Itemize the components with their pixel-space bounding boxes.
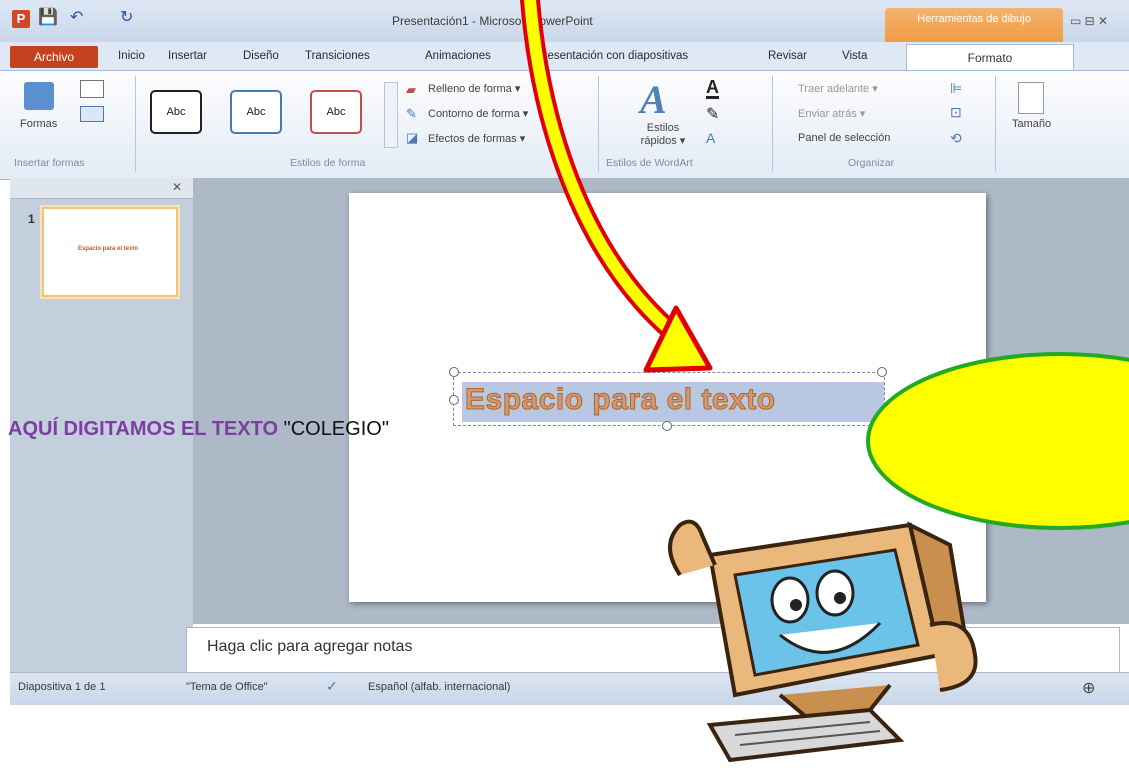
fill-icon: ▰: [406, 82, 416, 97]
undo-icon[interactable]: ↶: [70, 10, 83, 26]
drawing-tools-context-tab: Herramientas de dibujo: [885, 8, 1063, 44]
shapes-button[interactable]: Formas: [20, 118, 57, 130]
align-icon[interactable]: ⊫: [950, 80, 962, 97]
spellcheck-icon[interactable]: ✓: [326, 678, 338, 695]
theme-status: "Tema de Office": [186, 681, 268, 693]
slide-thumb-number: 1: [28, 212, 35, 226]
window-controls[interactable]: ▭ ⊟ ✕: [1070, 14, 1108, 28]
effects-icon: ◪: [406, 130, 419, 145]
tab-formato[interactable]: Formato: [906, 44, 1074, 71]
tab-diseno[interactable]: Diseño: [243, 50, 279, 62]
cartoon-computer-illustration: [668, 519, 978, 763]
notes-placeholder[interactable]: Haga clic para agregar notas: [207, 638, 412, 656]
size-button[interactable]: Tamaño: [1012, 118, 1051, 130]
annotation-label-part1: AQUÍ DIGITAMOS EL TEXTO: [8, 418, 279, 440]
outline-icon: ✎: [406, 106, 417, 121]
shape-styles-scroll[interactable]: [384, 82, 398, 148]
group-separator: [135, 76, 136, 172]
slides-pane-tabs[interactable]: [10, 178, 193, 199]
tab-animaciones[interactable]: Animaciones: [425, 50, 491, 62]
group-label-insert-shapes: Insertar formas: [14, 157, 85, 169]
tab-transiciones[interactable]: Transiciones: [305, 50, 370, 62]
group-label-shape-styles: Estilos de forma: [290, 157, 366, 169]
tab-revisar[interactable]: Revisar: [768, 50, 807, 62]
save-icon[interactable]: 💾: [38, 10, 58, 26]
group-separator: [772, 76, 773, 172]
powerpoint-app-icon[interactable]: P: [12, 10, 30, 28]
tab-inicio[interactable]: Inicio: [118, 50, 145, 62]
language-status[interactable]: Español (alfab. internacional): [368, 681, 510, 693]
tab-archivo[interactable]: Archivo: [10, 46, 98, 68]
send-backward-button[interactable]: Enviar atrás ▾: [798, 107, 865, 120]
shape-style-thumb[interactable]: Abc: [150, 90, 202, 134]
shape-style-thumb[interactable]: Abc: [310, 90, 362, 134]
shapes-icon: [24, 82, 54, 110]
textbox-icon[interactable]: [80, 106, 104, 122]
size-icon: [1018, 82, 1044, 114]
resize-handle[interactable]: [449, 395, 459, 405]
group-icon[interactable]: ⊡: [950, 104, 962, 121]
zoom-in-button[interactable]: ⊕: [1082, 678, 1095, 698]
group-label-arrange: Organizar: [848, 157, 895, 169]
close-pane-icon[interactable]: ✕: [172, 180, 182, 194]
resize-handle[interactable]: [449, 367, 459, 377]
annotation-label: AQUÍ DIGITAMOS EL TEXTO "COLEGIO": [8, 418, 389, 441]
selection-pane-button[interactable]: Panel de selección: [798, 132, 890, 144]
curved-arrow-annotation: [520, 0, 713, 373]
shape-style-thumb[interactable]: Abc: [230, 90, 282, 134]
slide-thumbnail[interactable]: [42, 207, 178, 297]
edit-shape-icon[interactable]: [80, 80, 104, 98]
resize-handle[interactable]: [662, 421, 672, 431]
rotate-icon[interactable]: ⟲: [950, 130, 962, 147]
group-separator: [995, 76, 996, 172]
redo-icon[interactable]: ↻: [120, 10, 133, 26]
tab-vista[interactable]: Vista: [842, 50, 867, 62]
annotation-label-part2: "COLEGIO": [278, 418, 389, 440]
slide-count-status: Diapositiva 1 de 1: [18, 681, 106, 693]
slide-thumbnail-text: Espacio para el texto: [77, 246, 139, 252]
tab-insertar[interactable]: Insertar: [168, 50, 207, 62]
bring-forward-button[interactable]: Traer adelante ▾: [798, 82, 878, 95]
